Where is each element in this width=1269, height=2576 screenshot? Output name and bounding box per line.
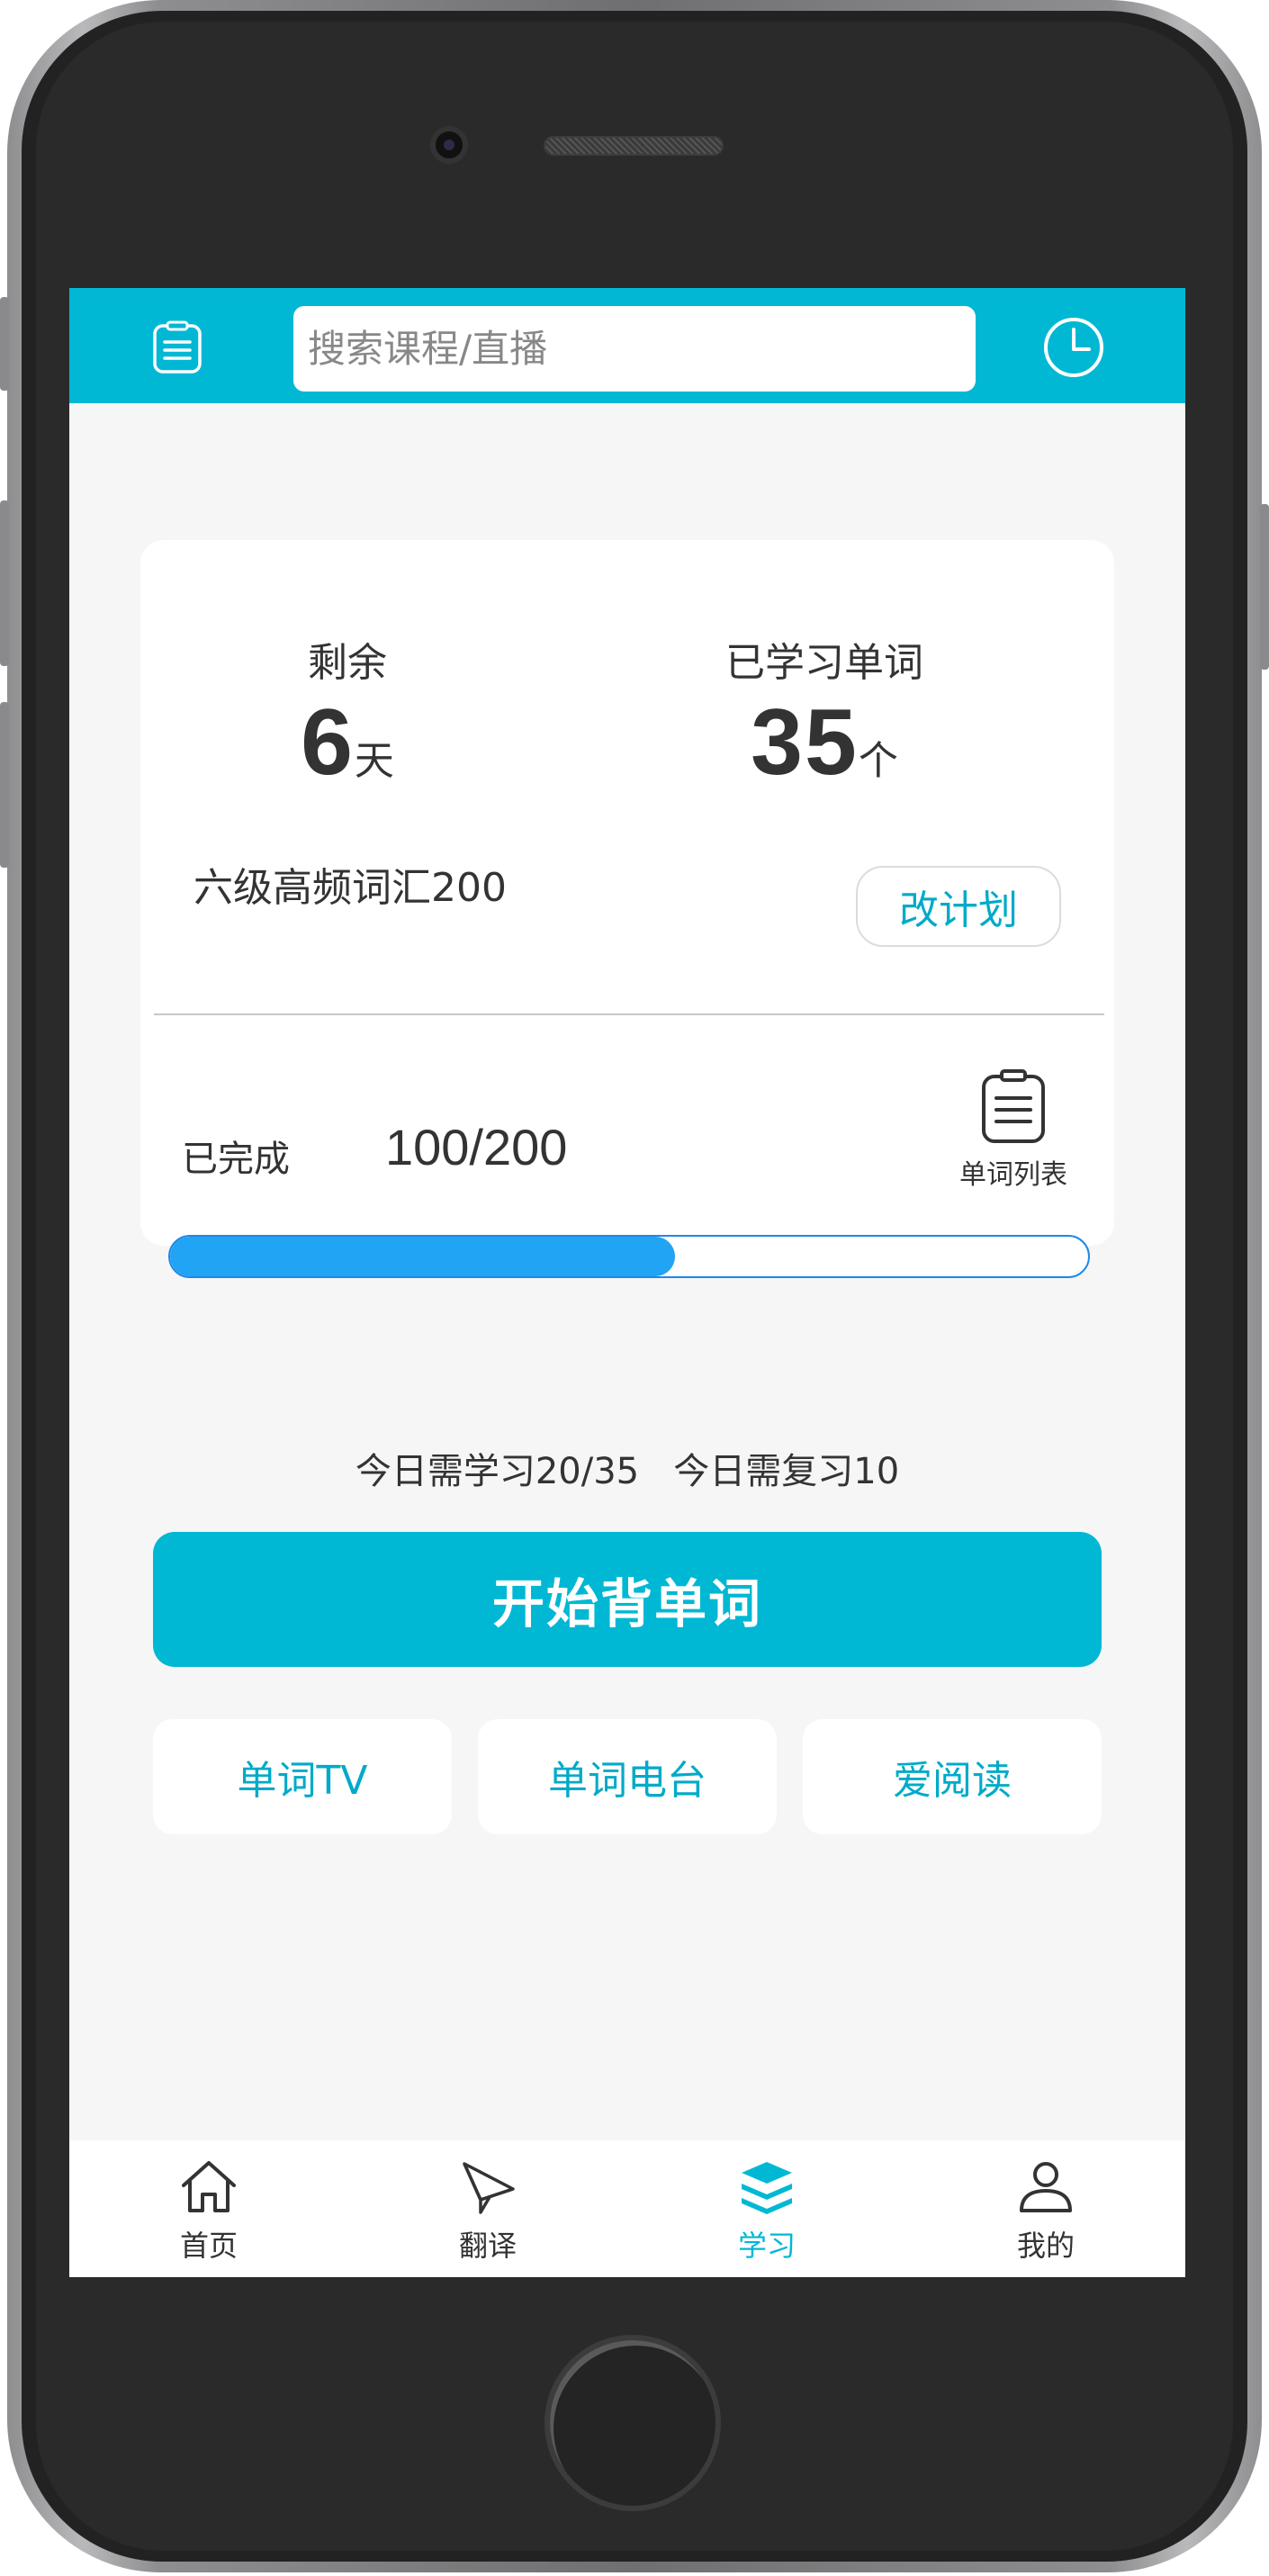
remaining-days-label: 剩余 — [308, 640, 387, 686]
nav-item-study[interactable]: 学习 — [627, 2140, 906, 2277]
word-list-button[interactable]: 单词列表 — [941, 1069, 1085, 1204]
progress-fill — [170, 1237, 675, 1276]
learned-words-unit: 个 — [858, 738, 898, 784]
home-button[interactable] — [544, 2335, 721, 2511]
card-divider — [154, 1013, 1104, 1015]
completed-label: 已完成 — [182, 1139, 290, 1180]
remaining-days-unit: 天 — [354, 738, 394, 784]
nav-label-home: 首页 — [179, 2229, 238, 2263]
nav-label-study: 学习 — [737, 2229, 796, 2263]
home-icon — [182, 2161, 236, 2212]
reading-button[interactable]: 爱阅读 — [803, 1719, 1102, 1834]
front-camera — [430, 126, 468, 164]
bottom-navigation: 首页 翻译 学习 我的 — [69, 2140, 1185, 2277]
nav-item-translate[interactable]: 翻译 — [348, 2140, 627, 2277]
completed-count: 100/200 — [385, 1119, 568, 1175]
earpiece-speaker — [544, 136, 724, 156]
learned-words: 35个 — [644, 689, 1004, 797]
clipboard-icon[interactable] — [152, 320, 202, 374]
clock-icon[interactable] — [1042, 316, 1105, 379]
change-plan-button[interactable]: 改计划 — [856, 866, 1061, 947]
nav-item-home[interactable]: 首页 — [69, 2140, 348, 2277]
top-header — [69, 288, 1185, 403]
nav-label-translate: 翻译 — [458, 2229, 517, 2263]
search-input[interactable] — [293, 306, 976, 392]
start-memorize-button[interactable]: 开始背单词 — [153, 1532, 1102, 1667]
vocabulary-book-name: 六级高频词汇200 — [194, 865, 507, 911]
progress-bar — [168, 1235, 1090, 1278]
word-list-label: 单词列表 — [959, 1159, 1067, 1191]
nav-item-me[interactable]: 我的 — [906, 2140, 1185, 2277]
remaining-days: 6天 — [167, 689, 527, 797]
paper-plane-icon — [463, 2162, 515, 2214]
app-screen: 剩余 6天 已学习单词 35个 六级高频词汇200 改计划 已完成 100/20… — [69, 288, 1185, 2277]
remaining-days-value: 6 — [301, 690, 355, 795]
list-document-icon — [982, 1069, 1045, 1143]
layers-icon — [742, 2162, 792, 2214]
learned-words-label: 已学习单词 — [725, 640, 923, 686]
study-plan-card: 剩余 6天 已学习单词 35个 六级高频词汇200 改计划 已完成 100/20… — [140, 540, 1114, 1278]
learned-words-value: 35 — [751, 690, 859, 795]
nav-label-me: 我的 — [1016, 2229, 1075, 2263]
today-task-summary: 今日需学习20/35 今日需复习10 — [355, 1451, 900, 1492]
word-radio-button[interactable]: 单词电台 — [478, 1719, 777, 1834]
word-tv-button[interactable]: 单词TV — [153, 1719, 452, 1834]
user-icon — [1020, 2162, 1072, 2212]
